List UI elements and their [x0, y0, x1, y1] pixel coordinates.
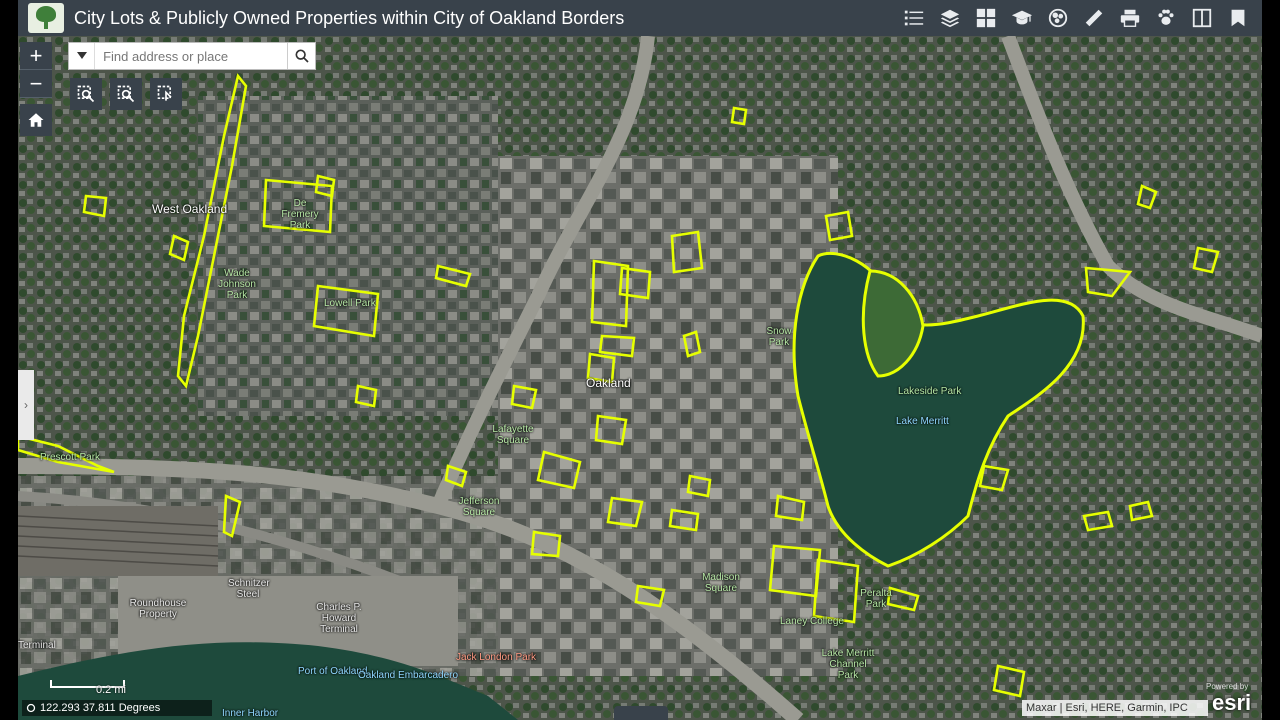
map-label-west-oakland: West Oakland: [152, 202, 228, 216]
search-source-dropdown[interactable]: [69, 43, 96, 69]
home-button[interactable]: [20, 104, 52, 136]
coordinate-readout[interactable]: 122.293 37.811 Degrees: [22, 700, 212, 716]
search-icon: [295, 49, 309, 63]
map-label-inner-harbor: Inner Harbor: [222, 708, 279, 719]
search-widget: [68, 42, 316, 70]
city-logo: [28, 3, 64, 33]
measure-icon[interactable]: [1076, 0, 1112, 36]
bottom-panel-tab[interactable]: [614, 706, 668, 720]
crosshair-icon: [26, 703, 36, 713]
scale-label: 0.2 mi: [96, 684, 126, 696]
map-view[interactable]: Oakland West Oakland De Fremery Park Wad…: [18, 36, 1262, 720]
map-label-jack-london: Jack London Park: [455, 652, 537, 663]
map-label-lakeside: Lakeside Park: [898, 386, 962, 397]
query-tool-button-2[interactable]: [110, 78, 142, 110]
search-input[interactable]: [95, 43, 288, 69]
analysis-icon[interactable]: [1040, 0, 1076, 36]
map-label-madison: Madison Square: [702, 572, 740, 594]
map-label-laney: Laney College: [780, 616, 844, 627]
compare-icon[interactable]: [1184, 0, 1220, 36]
map-label-peralta: Peralta Park: [860, 588, 892, 610]
education-icon[interactable]: [1004, 0, 1040, 36]
map-label-prescott: Prescott Park: [40, 452, 101, 463]
app-header: City Lots & Publicly Owned Properties wi…: [18, 0, 1262, 36]
left-letterbox: [0, 0, 18, 720]
map-label-lafayette: Lafayette Square: [492, 424, 534, 446]
clear-selection-icon: [157, 85, 172, 101]
query-tool-button-3[interactable]: [150, 78, 182, 110]
layers-icon[interactable]: [932, 0, 968, 36]
map-label-charles-howard: Charles P. Howard Terminal: [316, 602, 362, 635]
zoom-select-icon: [77, 85, 95, 103]
side-panel-toggle[interactable]: ›: [18, 370, 34, 440]
map-label-jefferson: Jefferson Square: [458, 496, 500, 518]
zoom-in-button[interactable]: +: [20, 42, 52, 70]
coordinate-text: 122.293 37.811 Degrees: [40, 702, 161, 714]
zoom-out-button[interactable]: −: [20, 70, 52, 98]
select-features-icon: [117, 85, 135, 103]
header-toolbar: [896, 0, 1256, 36]
map-label-oakland: Oakland: [586, 376, 631, 390]
map-label-lowell: Lowell Park: [324, 298, 376, 309]
map-label-de-fremery: De Fremery Park: [281, 198, 319, 231]
search-button[interactable]: [287, 43, 315, 69]
map-label-terminal: Terminal: [18, 640, 56, 651]
satellite-basemap: [18, 36, 1262, 720]
legend-icon[interactable]: [896, 0, 932, 36]
esri-logo[interactable]: esri: [1212, 690, 1251, 716]
query-tools: [70, 78, 182, 110]
app-frame: City Lots & Publicly Owned Properties wi…: [0, 0, 1280, 720]
basemap-gallery-icon[interactable]: [968, 0, 1004, 36]
bookmark-icon[interactable]: [1220, 0, 1256, 36]
home-icon: [28, 113, 44, 127]
map-label-snow: Snow Park: [766, 326, 792, 348]
caret-down-icon: [76, 52, 87, 59]
chevron-right-icon: ›: [24, 398, 28, 412]
zoom-control: + −: [20, 42, 52, 98]
map-label-roundhouse: Roundhouse Property: [129, 598, 187, 620]
attribution: Maxar | Esri, HERE, Garmin, IPC: [1022, 700, 1208, 716]
print-icon[interactable]: [1112, 0, 1148, 36]
map-label-lake-merritt-channel: Lake Merritt Channel Park: [821, 648, 875, 681]
map-label-embarcadero: Oakland Embarcadero: [358, 670, 459, 681]
map-label-wade-johnson: Wade Johnson Park: [218, 268, 256, 301]
query-tool-button-1[interactable]: [70, 78, 102, 110]
pets-icon[interactable]: [1148, 0, 1184, 36]
app-title: City Lots & Publicly Owned Properties wi…: [74, 7, 625, 28]
right-letterbox: [1262, 0, 1280, 720]
map-label-schnitzer: Schnitzer Steel: [228, 578, 270, 600]
map-label-lake-merritt: Lake Merritt: [896, 416, 949, 427]
